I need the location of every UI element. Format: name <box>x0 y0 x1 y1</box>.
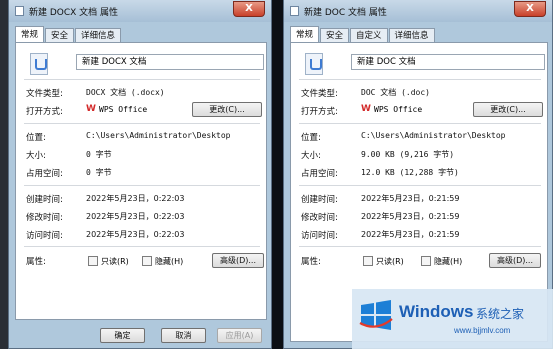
hidden-checkbox[interactable] <box>142 256 152 266</box>
tab-general[interactable]: 常规 <box>290 26 320 43</box>
tab-security[interactable]: 安全 <box>45 28 75 43</box>
readonly-label: 只读(R) <box>101 257 129 266</box>
docx-properties-window: 新建 DOCX 文档 属性 X 常规 安全 详细信息 新建 DOCX 文档 文件… <box>8 0 272 349</box>
hidden-checkbox[interactable] <box>421 256 431 266</box>
window-title: 新建 DOCX 文档 属性 <box>29 7 119 18</box>
desktop: 新建 DOCX 文档 属性 X 常规 安全 详细信息 新建 DOCX 文档 文件… <box>0 0 553 349</box>
type-value: DOC 文档 (.doc) <box>361 88 430 97</box>
divider <box>24 185 260 186</box>
modified-label: 修改时间: <box>26 213 63 223</box>
readonly-label: 只读(R) <box>376 257 404 266</box>
tab-details[interactable]: 详细信息 <box>75 28 122 43</box>
attributes-label: 属性: <box>301 257 321 267</box>
watermark-cn: 系统之家 <box>476 307 525 321</box>
divider <box>24 246 260 247</box>
location-value: C:\Users\Administrator\Desktop <box>86 131 231 140</box>
desktop-edge <box>0 0 8 349</box>
hidden-label: 隐藏(H) <box>434 257 463 266</box>
change-button[interactable]: 更改(C)... <box>473 102 543 117</box>
disk-size-label: 占用空间: <box>301 169 338 179</box>
document-icon <box>290 6 299 16</box>
divider <box>24 79 260 80</box>
document-icon <box>15 6 24 16</box>
accessed-value: 2022年5月23日，0:21:59 <box>361 230 460 239</box>
disk-size-label: 占用空间: <box>26 169 63 179</box>
created-label: 创建时间: <box>301 195 338 205</box>
modified-value: 2022年5月23日，0:21:59 <box>361 212 460 221</box>
windows-logo-icon <box>359 300 393 330</box>
disk-size-value: 12.0 KB (12,288 字节) <box>361 168 459 177</box>
readonly-checkbox[interactable] <box>363 256 373 266</box>
size-value: 9.00 KB (9,216 字节) <box>361 150 455 159</box>
advanced-button[interactable]: 高级(D)... <box>212 253 264 268</box>
disk-size-value: 0 字节 <box>86 168 112 177</box>
readonly-checkbox[interactable] <box>88 256 98 266</box>
created-value: 2022年5月23日，0:21:59 <box>361 194 460 203</box>
windows-watermark: Windows 系统之家 www.bjjmlv.com <box>352 289 553 349</box>
tab-custom[interactable]: 自定义 <box>350 28 388 43</box>
accessed-label: 访问时间: <box>301 231 338 241</box>
watermark-brand: Windows <box>399 302 474 321</box>
close-button[interactable]: X <box>233 1 265 17</box>
open-with-app: WPS Office <box>99 105 148 114</box>
modified-label: 修改时间: <box>301 213 338 223</box>
tab-strip: 常规 安全 自定义 详细信息 <box>290 26 436 43</box>
apply-button[interactable]: 应用(A) <box>217 328 262 343</box>
wps-doc-icon <box>30 53 48 75</box>
ok-button[interactable]: 确定 <box>100 328 145 343</box>
location-label: 位置: <box>301 133 321 143</box>
filename-field[interactable]: 新建 DOCX 文档 <box>76 54 264 70</box>
accessed-label: 访问时间: <box>26 231 63 241</box>
created-label: 创建时间: <box>26 195 63 205</box>
wps-icon: W <box>86 104 96 114</box>
location-value: C:\Users\Administrator\Desktop <box>361 131 506 140</box>
tab-strip: 常规 安全 详细信息 <box>15 26 122 43</box>
advanced-button[interactable]: 高级(D)... <box>489 253 541 268</box>
divider <box>299 185 541 186</box>
attributes-label: 属性: <box>26 257 46 267</box>
change-button[interactable]: 更改(C)... <box>192 102 262 117</box>
divider <box>299 79 541 80</box>
filename-field[interactable]: 新建 DOC 文档 <box>351 54 545 70</box>
title-bar[interactable]: 新建 DOCX 文档 属性 <box>9 0 271 22</box>
cancel-button[interactable]: 取消 <box>161 328 206 343</box>
watermark-url: www.bjjmlv.com <box>454 326 511 335</box>
divider <box>299 246 541 247</box>
title-bar[interactable]: 新建 DOC 文档 属性 <box>284 0 552 22</box>
divider <box>24 123 260 124</box>
type-label: 文件类型: <box>26 89 63 99</box>
tab-details[interactable]: 详细信息 <box>388 28 435 43</box>
open-with-label: 打开方式: <box>301 107 338 117</box>
size-value: 0 字节 <box>86 150 112 159</box>
window-title: 新建 DOC 文档 属性 <box>304 7 387 18</box>
wps-icon: W <box>361 104 371 114</box>
location-label: 位置: <box>26 133 46 143</box>
modified-value: 2022年5月23日，0:22:03 <box>86 212 185 221</box>
general-panel: 新建 DOCX 文档 文件类型: DOCX 文档 (.docx) 打开方式: W… <box>15 42 267 320</box>
divider <box>299 123 541 124</box>
accessed-value: 2022年5月23日，0:22:03 <box>86 230 185 239</box>
size-label: 大小: <box>301 151 321 161</box>
wps-doc-icon <box>305 53 323 75</box>
tab-security[interactable]: 安全 <box>320 28 350 43</box>
size-label: 大小: <box>26 151 46 161</box>
close-button[interactable]: X <box>514 1 546 17</box>
type-value: DOCX 文档 (.docx) <box>86 88 165 97</box>
hidden-label: 隐藏(H) <box>155 257 184 266</box>
type-label: 文件类型: <box>301 89 338 99</box>
open-with-app: WPS Office <box>374 105 423 114</box>
tab-general[interactable]: 常规 <box>15 26 45 43</box>
created-value: 2022年5月23日，0:22:03 <box>86 194 185 203</box>
open-with-label: 打开方式: <box>26 107 63 117</box>
